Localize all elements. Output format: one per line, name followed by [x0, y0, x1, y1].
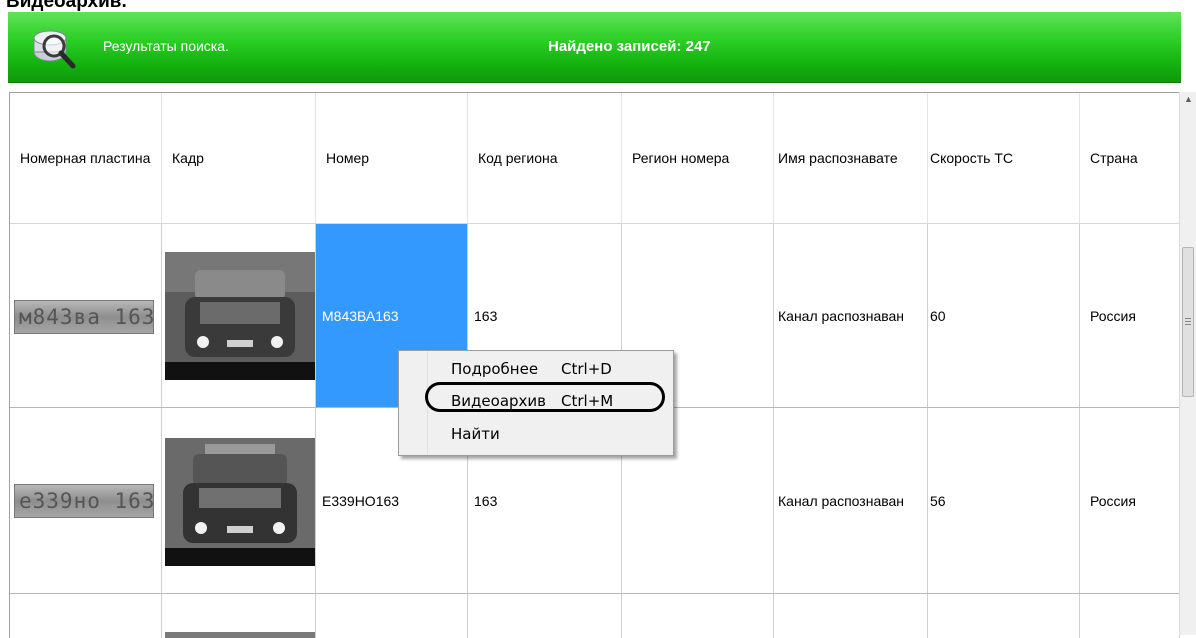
- search-magnifier-icon: [33, 30, 76, 69]
- table-row[interactable]: [10, 594, 1180, 638]
- results-header: Результаты поиска. Найдено записей: 247: [8, 12, 1181, 83]
- grip-line: [1185, 321, 1191, 322]
- car-frame-image: [165, 252, 315, 380]
- column-header-number[interactable]: Номер: [316, 93, 468, 223]
- column-header-recognizer[interactable]: Имя распознавате: [774, 93, 928, 223]
- car-frame-image: [165, 438, 315, 566]
- column-header-region-code[interactable]: Код региона: [468, 93, 622, 223]
- plate-image-cell: [10, 594, 162, 638]
- column-header-region[interactable]: Регион номера: [622, 93, 774, 223]
- plate-image-cell: е339но 163: [10, 408, 162, 593]
- region-code-cell[interactable]: [468, 594, 622, 638]
- grip-line: [1185, 324, 1191, 325]
- plate-image-text: е339но 163: [19, 489, 154, 513]
- records-found-count: Найдено записей: 247: [548, 38, 711, 55]
- plate-image: м843ва 163: [14, 300, 154, 334]
- menu-item-highlight-ring: [425, 382, 665, 412]
- menu-item-shortcut: Ctrl+D: [561, 360, 612, 378]
- frame-cell: [162, 224, 316, 407]
- car-frame-image: [165, 632, 315, 638]
- scroll-thumb[interactable]: [1182, 247, 1194, 397]
- menu-item-label[interactable]: Подробнее: [451, 360, 538, 378]
- region-cell[interactable]: [622, 594, 774, 638]
- column-header-speed[interactable]: Скорость ТС: [928, 93, 1080, 223]
- recognizer-cell[interactable]: [774, 594, 928, 638]
- number-cell[interactable]: [316, 594, 468, 638]
- vertical-scrollbar[interactable]: ▲: [1179, 92, 1196, 635]
- grid-header-row: Номерная пластина Кадр Номер Код региона…: [10, 93, 1180, 224]
- country-cell[interactable]: Россия: [1080, 224, 1180, 407]
- grip-line: [1185, 318, 1191, 319]
- speed-cell[interactable]: [928, 594, 1080, 638]
- column-header-plate[interactable]: Номерная пластина: [10, 93, 162, 223]
- country-cell[interactable]: Россия: [1080, 408, 1180, 593]
- plate-image: е339но 163: [14, 484, 154, 518]
- scroll-up-arrow-icon[interactable]: ▲: [1180, 94, 1196, 108]
- recognizer-cell[interactable]: Канал распознаван: [774, 224, 928, 407]
- column-header-frame[interactable]: Кадр: [162, 93, 316, 223]
- menu-item-label[interactable]: Найти: [451, 425, 500, 443]
- frame-cell: [162, 408, 316, 593]
- frame-cell: [162, 594, 316, 638]
- context-menu-gutter: [399, 351, 428, 455]
- recognizer-cell[interactable]: Канал распознаван: [774, 408, 928, 593]
- country-cell[interactable]: [1080, 594, 1180, 638]
- column-header-country[interactable]: Страна: [1080, 93, 1180, 223]
- plate-image-text: м843ва 163: [19, 305, 154, 329]
- speed-cell[interactable]: 60: [928, 224, 1080, 407]
- header-title: Результаты поиска.: [103, 38, 229, 54]
- speed-cell[interactable]: 56: [928, 408, 1080, 593]
- plate-image-cell: м843ва 163: [10, 224, 162, 407]
